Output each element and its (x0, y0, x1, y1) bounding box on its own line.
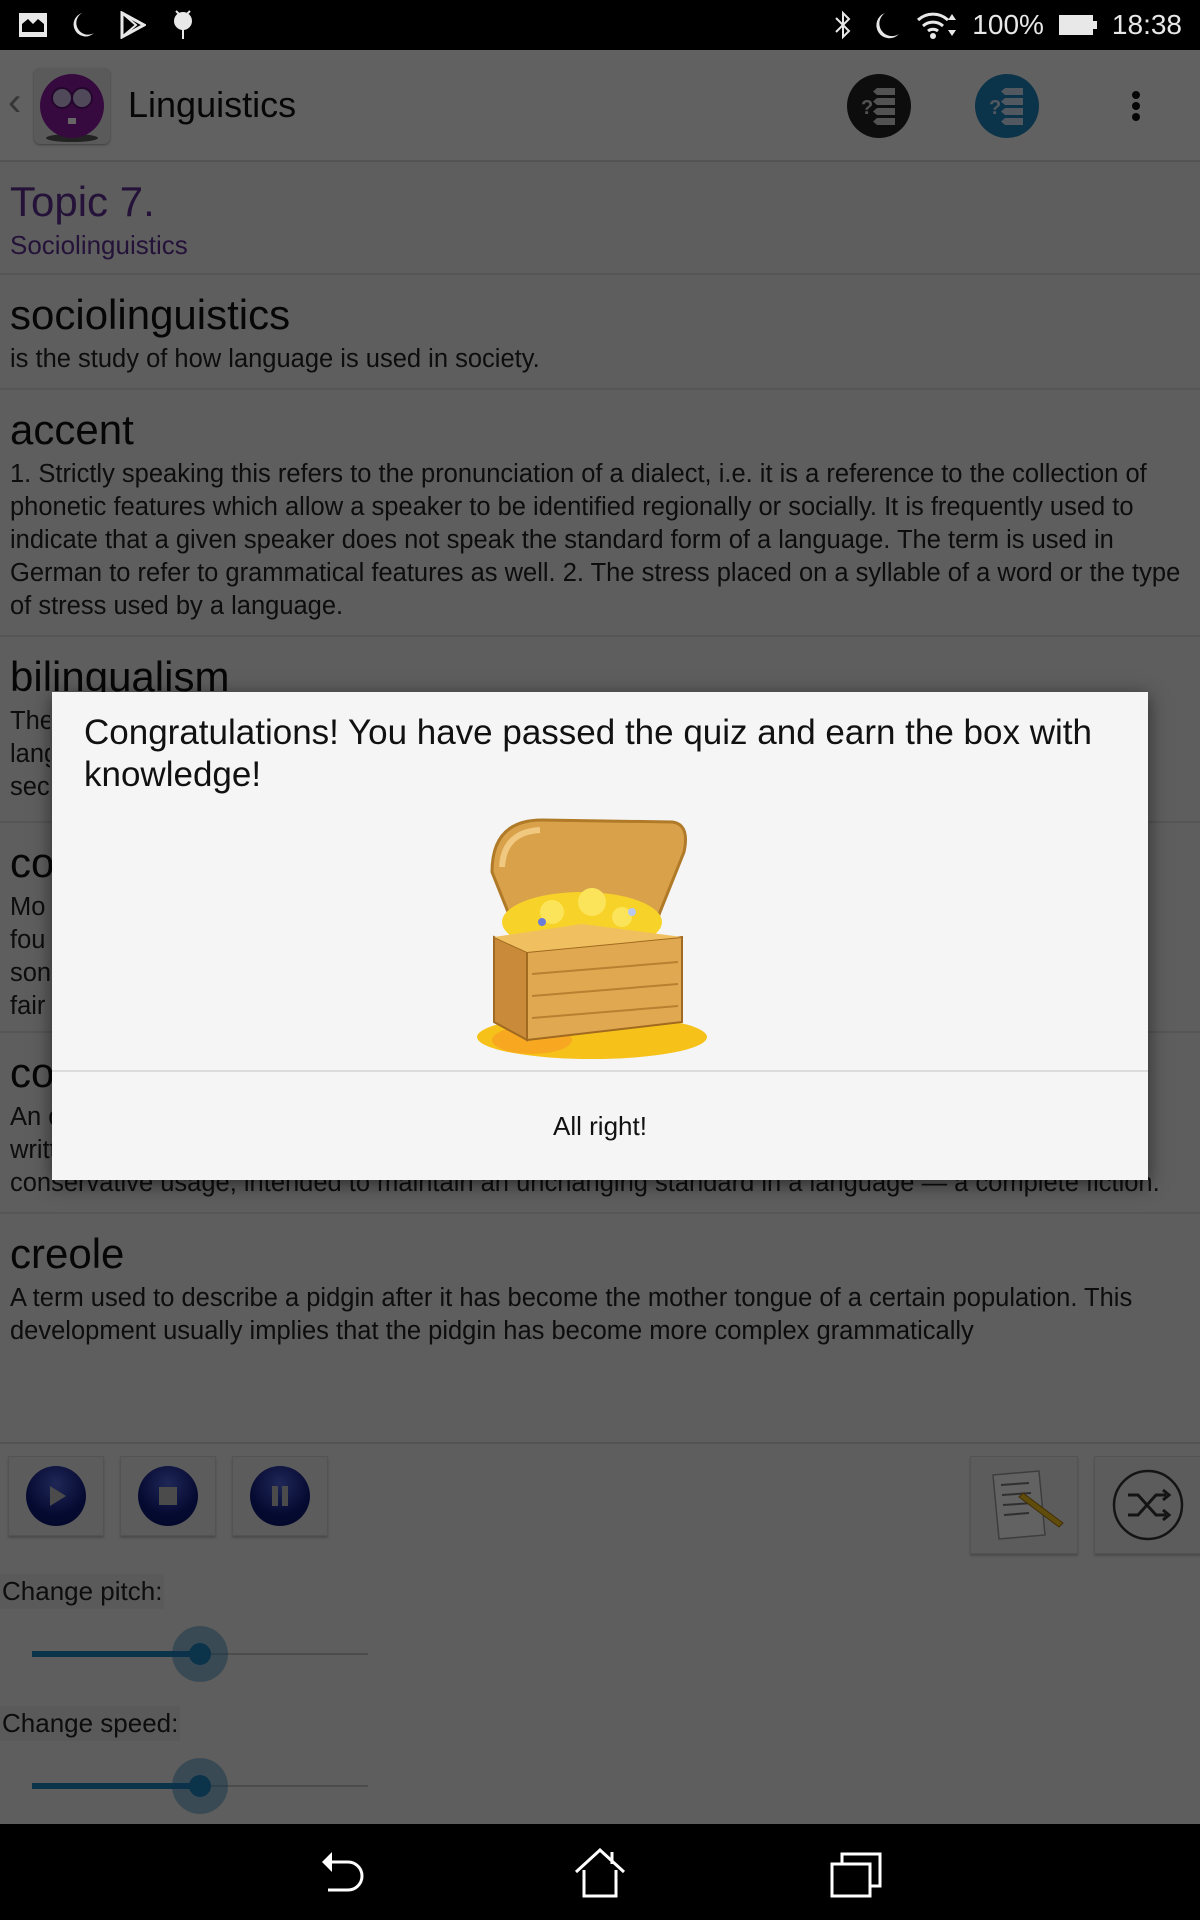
gallery-icon (18, 10, 48, 40)
home-button[interactable] (570, 1846, 630, 1902)
recents-button[interactable] (826, 1846, 886, 1902)
all-right-button[interactable]: All right! (52, 1072, 1148, 1180)
clock: 18:38 (1111, 9, 1182, 40)
navigation-bar (0, 1824, 1200, 1920)
battery-icon (1058, 10, 1098, 40)
bluetooth-icon (828, 10, 858, 40)
wifi-icon (916, 10, 958, 40)
home-icon (574, 1848, 626, 1898)
moon-icon (872, 10, 902, 40)
moon-icon (68, 10, 98, 40)
back-button[interactable] (314, 1846, 374, 1902)
congratulations-dialog: Congratulations! You have passed the qui… (52, 692, 1148, 1180)
dialog-message: Congratulations! You have passed the qui… (84, 713, 1092, 794)
treasure-chest-icon (477, 818, 707, 1059)
android-debug-icon (168, 10, 198, 40)
recents-icon (830, 1852, 882, 1898)
play-store-icon (118, 10, 148, 40)
battery-percent: 100% (972, 9, 1044, 40)
back-icon (322, 1852, 364, 1892)
status-bar: 100% 18:38 (0, 0, 1200, 50)
